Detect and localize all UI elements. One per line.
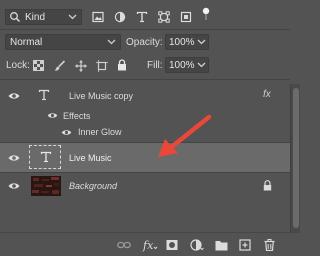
divider [0, 232, 300, 233]
lock-transparent-pixels-icon[interactable] [33, 60, 44, 71]
svg-text:fx: fx [142, 239, 154, 252]
chevron-down-icon [107, 39, 116, 45]
layer-thumbnail[interactable] [29, 145, 61, 169]
effects-row[interactable]: Effects [0, 108, 290, 124]
annotation-arrow-icon [158, 114, 212, 157]
text-layer-icon [38, 89, 50, 101]
visibility-eye-icon[interactable] [47, 112, 58, 119]
visibility-eye-icon[interactable] [8, 154, 20, 162]
opacity-field[interactable]: 100% [165, 34, 209, 50]
search-icon [10, 12, 21, 23]
effect-item-row[interactable]: Inner Glow [0, 124, 290, 140]
layer-row-background[interactable]: Background [0, 173, 290, 199]
new-layer-icon[interactable] [239, 239, 251, 251]
blend-mode-value: Normal [10, 37, 43, 48]
lock-label: Lock: [6, 60, 30, 71]
fill-value: 100% [169, 60, 195, 71]
type-filter-icon[interactable] [136, 11, 148, 23]
filter-kind-dropdown[interactable]: Kind [5, 9, 82, 25]
visibility-eye-icon[interactable] [8, 92, 20, 100]
effect-item-label: Inner Glow [78, 127, 122, 137]
fx-icon[interactable]: fx [142, 238, 158, 252]
scrollbar[interactable] [290, 84, 300, 232]
lock-all-icon[interactable] [117, 59, 127, 71]
divider [0, 29, 290, 30]
layer-name[interactable]: Live Music copy [69, 91, 133, 101]
lock-artboard-icon[interactable] [96, 60, 108, 72]
fx-badge[interactable]: fx [263, 89, 271, 100]
filter-kind-label: Kind [25, 12, 46, 23]
add-mask-icon[interactable] [166, 239, 178, 251]
opacity-label: Opacity: [126, 37, 163, 48]
chevron-down-icon [197, 39, 206, 45]
layer-name[interactable]: Background [69, 181, 117, 191]
shape-filter-icon[interactable] [158, 11, 170, 23]
effects-label: Effects [63, 111, 91, 121]
lock-position-icon[interactable] [75, 60, 87, 72]
divider [0, 79, 290, 80]
layer-row-live-music-copy[interactable]: Live Music copy fx [0, 84, 290, 108]
fill-label: Fill: [147, 60, 163, 71]
layer-thumbnail[interactable] [31, 176, 61, 196]
image-filter-icon[interactable] [92, 11, 104, 23]
scrollbar-thumb[interactable] [293, 88, 299, 228]
text-layer-icon [40, 151, 52, 163]
filter-toggle-icon[interactable] [202, 7, 210, 21]
opacity-value: 100% [169, 37, 195, 48]
layer-name[interactable]: Live Music [69, 153, 112, 163]
smart-object-filter-icon[interactable] [180, 11, 192, 23]
visibility-eye-icon[interactable] [61, 129, 72, 136]
fill-field[interactable]: 100% [165, 57, 209, 73]
adjustment-layer-icon[interactable] [190, 239, 204, 251]
visibility-eye-icon[interactable] [8, 182, 20, 190]
lock-icon[interactable] [263, 180, 272, 191]
adjustment-filter-icon[interactable] [114, 11, 126, 23]
delete-layer-icon[interactable] [264, 239, 275, 251]
link-layers-icon[interactable] [117, 240, 131, 250]
chevron-down-icon [197, 62, 206, 68]
layers-panel: Kind Normal Opacity: 100% Lock: Fill: 10… [0, 0, 300, 256]
layer-row-live-music[interactable]: Live Music [0, 143, 290, 172]
new-group-icon[interactable] [215, 240, 228, 251]
chevron-down-icon [68, 14, 77, 20]
blend-mode-dropdown[interactable]: Normal [5, 34, 121, 50]
lock-image-pixels-icon[interactable] [54, 60, 66, 72]
